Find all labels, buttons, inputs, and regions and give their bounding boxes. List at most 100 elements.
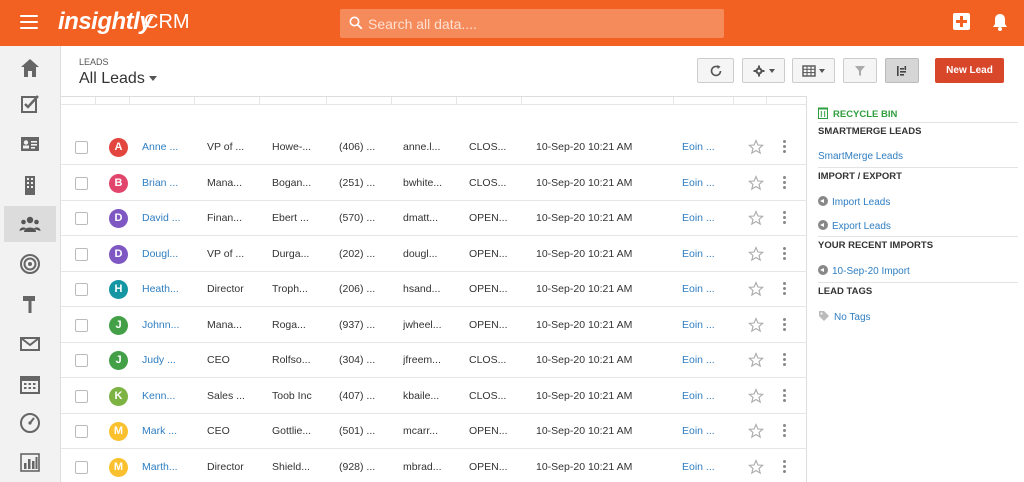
nav-calendar[interactable] — [4, 366, 56, 402]
lead-owner-link[interactable]: Eoin ... — [682, 414, 738, 449]
export-leads-link[interactable]: Export Leads — [818, 220, 891, 232]
lead-owner-link[interactable]: Eoin ... — [682, 272, 738, 307]
nav-email[interactable] — [4, 326, 56, 362]
nav-tasks[interactable] — [4, 86, 56, 122]
table-row[interactable]: M Mark ... CEO Gottlie... (501) ... mcarr... O… — [61, 414, 807, 449]
refresh-button[interactable] — [697, 58, 734, 83]
row-checkbox[interactable] — [75, 318, 88, 332]
row-checkbox[interactable] — [75, 283, 88, 296]
row-checkbox[interactable] — [75, 354, 88, 367]
row-checkbox[interactable] — [75, 389, 88, 403]
lead-name-link[interactable]: Dougl... — [142, 237, 202, 272]
columns-dropdown-button[interactable] — [792, 58, 835, 83]
row-checkbox[interactable] — [75, 176, 88, 190]
star-icon[interactable] — [748, 281, 764, 297]
lead-title: CEO — [207, 425, 230, 437]
lead-name-link[interactable]: David ... — [142, 201, 202, 236]
table-row[interactable]: K Kenn... Sales ... Toob Inc (407) ... kbaile… — [61, 379, 807, 414]
more-options-icon[interactable] — [783, 317, 787, 332]
more-options-icon[interactable] — [783, 140, 787, 154]
more-options-icon[interactable] — [783, 424, 787, 438]
new-lead-button[interactable]: New Lead — [935, 58, 1004, 83]
table-row[interactable]: B Brian ... Mana... Bogan... (251) ... bwhite… — [61, 166, 807, 201]
star-icon[interactable] — [748, 352, 764, 368]
row-checkbox[interactable] — [75, 247, 88, 261]
more-options-icon[interactable] — [783, 388, 787, 403]
table-row[interactable]: D David ... Finan... Ebert ... (570) ... dmat… — [61, 201, 807, 236]
more-options-icon[interactable] — [783, 282, 787, 296]
table-row[interactable]: J Johnn... Mana... Roga... (937) ... jwheel..… — [61, 308, 807, 343]
smartmerge-heading: SMARTMERGE LEADS — [818, 126, 922, 137]
no-tags-link[interactable]: No Tags — [818, 310, 871, 323]
lead-owner-link[interactable]: Eoin ... — [682, 201, 738, 236]
hamburger-menu-icon[interactable] — [20, 15, 38, 29]
more-options-icon[interactable] — [783, 211, 787, 225]
lead-owner-link[interactable]: Eoin ... — [682, 237, 738, 272]
star-icon[interactable] — [748, 316, 764, 333]
search-input[interactable] — [368, 9, 718, 38]
nav-home[interactable] — [4, 50, 56, 86]
recycle-bin-link[interactable]: RECYCLE BIN — [818, 107, 897, 120]
lead-name-link[interactable]: Brian ... — [142, 166, 202, 201]
more-options-icon[interactable] — [783, 246, 787, 261]
more-options-icon[interactable] — [783, 459, 787, 474]
notifications-bell-icon[interactable] — [991, 12, 1009, 32]
lead-title: Director — [207, 460, 244, 473]
lead-owner-link[interactable]: Eoin ... — [682, 343, 738, 378]
star-icon[interactable] — [748, 139, 764, 155]
global-search — [340, 9, 724, 38]
nav-reports[interactable] — [4, 444, 56, 480]
filter-button[interactable] — [843, 58, 877, 83]
lead-owner-link[interactable]: Eoin ... — [682, 308, 738, 343]
row-checkbox[interactable] — [75, 141, 88, 154]
more-options-icon[interactable] — [783, 353, 787, 367]
quick-add-icon[interactable] — [953, 13, 970, 30]
lead-name-link[interactable]: Anne ... — [142, 130, 202, 165]
star-icon[interactable] — [748, 458, 764, 475]
table-row[interactable]: A Anne ... VP of ... Howe-... (406) ... anne.… — [61, 130, 807, 165]
star-icon[interactable] — [748, 245, 764, 262]
lead-name-link[interactable]: Marth... — [142, 450, 202, 482]
lead-name-link[interactable]: Judy ... — [142, 343, 202, 378]
nav-projects[interactable] — [4, 286, 56, 322]
settings-dropdown-button[interactable] — [742, 58, 785, 83]
lead-name-link[interactable]: Johnn... — [142, 308, 202, 343]
lead-organization: Shield... — [272, 460, 310, 473]
recycle-bin-label: RECYCLE BIN — [833, 109, 898, 120]
lead-name-link[interactable]: Kenn... — [142, 379, 202, 414]
lead-phone: (251) ... — [339, 176, 376, 189]
star-icon[interactable] — [748, 387, 764, 404]
toggle-panel-button[interactable] — [885, 58, 919, 83]
star-icon[interactable] — [748, 423, 764, 439]
nav-leads[interactable] — [4, 206, 56, 242]
import-leads-link[interactable]: Import Leads — [818, 196, 890, 208]
recent-import-link[interactable]: 10-Sep-20 Import — [818, 265, 910, 277]
view-selector[interactable]: All Leads — [79, 70, 157, 88]
home-icon — [21, 59, 39, 77]
lead-owner-link[interactable]: Eoin ... — [682, 166, 738, 201]
nav-opportunities[interactable] — [4, 246, 56, 282]
table-row[interactable]: D Dougl... VP of ... Durga... (202) ... dougl… — [61, 237, 807, 272]
table-row[interactable]: J Judy ... CEO Rolfso... (304) ... jfreem... C… — [61, 343, 807, 378]
row-checkbox[interactable] — [75, 212, 88, 225]
nav-contacts[interactable] — [4, 126, 56, 162]
star-icon[interactable] — [748, 174, 764, 191]
nav-dashboard[interactable] — [4, 405, 56, 441]
lead-owner-link[interactable]: Eoin ... — [682, 450, 738, 482]
lead-owner-link[interactable]: Eoin ... — [682, 379, 738, 414]
row-checkbox[interactable] — [75, 460, 88, 474]
nav-organizations[interactable] — [4, 167, 56, 203]
star-icon[interactable] — [748, 210, 764, 226]
avatar: D — [109, 244, 128, 264]
lead-name-link[interactable]: Mark ... — [142, 414, 202, 449]
breadcrumb[interactable]: LEADS — [79, 57, 109, 67]
smartmerge-leads-link[interactable]: SmartMerge Leads — [818, 151, 903, 162]
lead-date-created: 10-Sep-20 10:21 AM — [536, 354, 633, 366]
lead-owner-link[interactable]: Eoin ... — [682, 130, 738, 165]
app-logo[interactable]: insightly — [58, 8, 153, 36]
more-options-icon[interactable] — [783, 175, 787, 190]
table-row[interactable]: H Heath... Director Troph... (206) ... hsand.… — [61, 272, 807, 307]
table-row[interactable]: M Marth... Director Shield... (928) ... mbrad… — [61, 450, 807, 482]
row-checkbox[interactable] — [75, 425, 88, 438]
lead-name-link[interactable]: Heath... — [142, 272, 202, 307]
